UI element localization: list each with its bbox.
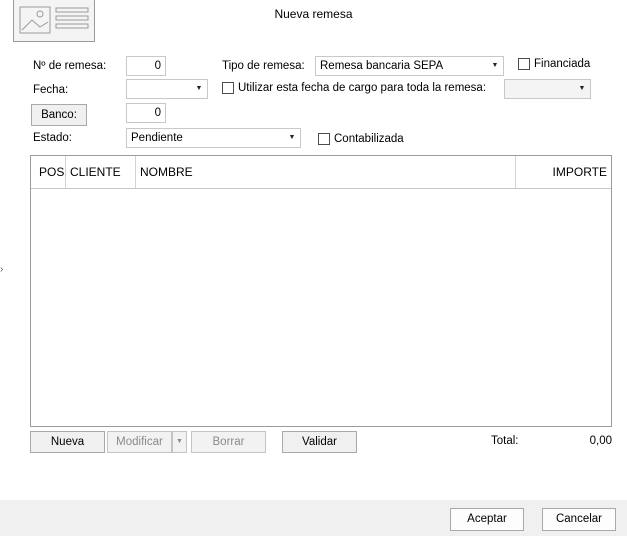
chevron-down-icon: ▼ <box>176 438 183 445</box>
contabilizada-label: Contabilizada <box>334 133 404 145</box>
utilizar-fecha-label: Utilizar esta fecha de cargo para toda l… <box>238 82 487 94</box>
tipo-remesa-label: Tipo de remesa: <box>222 60 305 72</box>
total-label: Total: <box>491 435 519 447</box>
chevron-down-icon[interactable]: ▼ <box>191 80 207 98</box>
estado-value: Pendiente <box>131 132 183 144</box>
tipo-remesa-select[interactable]: Remesa bancaria SEPA ▼ <box>315 56 504 76</box>
modificar-dropdown-button[interactable]: ▼ <box>172 431 187 453</box>
tipo-remesa-value: Remesa bancaria SEPA <box>320 60 444 72</box>
modificar-button[interactable]: Modificar <box>107 431 172 453</box>
contabilizada-checkbox[interactable] <box>318 133 330 145</box>
fecha-label: Fecha: <box>33 84 69 96</box>
cancelar-button[interactable]: Cancelar <box>542 508 616 531</box>
borrar-button[interactable]: Borrar <box>191 431 266 453</box>
chevron-down-icon[interactable]: ▼ <box>487 57 503 75</box>
financiada-checkbox[interactable] <box>518 58 530 70</box>
aceptar-button[interactable]: Aceptar <box>450 508 524 531</box>
utilizar-fecha-checkbox[interactable] <box>222 82 234 94</box>
column-header-cliente[interactable]: CLIENTE <box>66 156 136 188</box>
chevron-down-icon[interactable]: ▼ <box>574 80 590 98</box>
numero-remesa-field[interactable]: 0 <box>126 56 166 76</box>
fecha-select[interactable]: ▼ <box>126 79 208 99</box>
table-header: POS CLIENTE NOMBRE IMPORTE <box>31 156 611 189</box>
numero-remesa-label: Nº de remesa: <box>33 60 107 72</box>
banco-field[interactable]: 0 <box>126 103 166 123</box>
total-value: 0,00 <box>589 435 612 447</box>
banco-button[interactable]: Banco: <box>31 104 87 126</box>
column-header-nombre[interactable]: NOMBRE <box>136 156 516 188</box>
chevron-down-icon[interactable]: ▼ <box>284 129 300 147</box>
dialog-footer <box>0 500 627 536</box>
remesa-table[interactable]: POS CLIENTE NOMBRE IMPORTE <box>30 155 612 427</box>
validar-button[interactable]: Validar <box>282 431 357 453</box>
table-body[interactable] <box>31 189 611 426</box>
estado-select[interactable]: Pendiente ▼ <box>126 128 301 148</box>
column-header-importe[interactable]: IMPORTE <box>516 156 611 188</box>
chevron-right-icon: › <box>0 264 4 275</box>
window-title: Nueva remesa <box>274 7 353 21</box>
nueva-button[interactable]: Nueva <box>30 431 105 453</box>
financiada-label: Financiada <box>534 58 591 70</box>
column-header-pos[interactable]: POS <box>33 156 66 188</box>
utilizar-fecha-select[interactable]: ▼ <box>504 79 591 99</box>
estado-label: Estado: <box>33 132 72 144</box>
